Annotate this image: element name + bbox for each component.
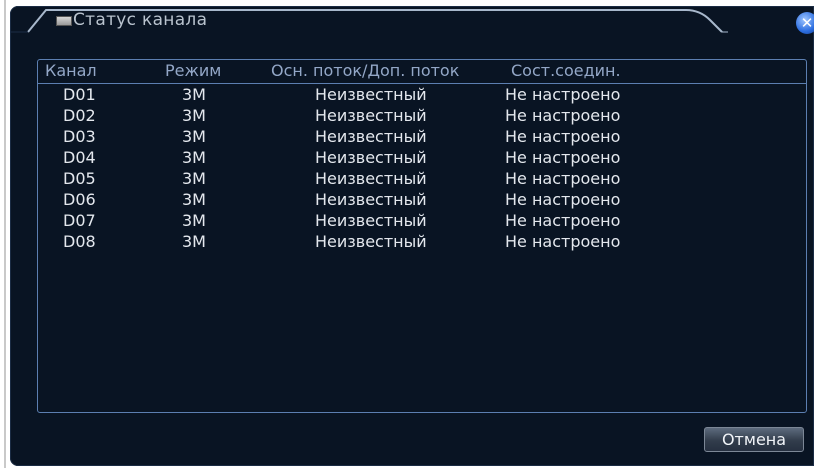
close-button[interactable]: ✕ <box>796 12 814 34</box>
header-mode: Режим <box>165 61 222 80</box>
close-icon: ✕ <box>800 14 814 32</box>
table-header: Канал Режим Осн. поток/Доп. поток Сост.с… <box>38 60 806 84</box>
table-row[interactable]: D06 3M Неизвестный Не настроено <box>38 189 806 210</box>
table-row[interactable]: D04 3M Неизвестный Не настроено <box>38 147 806 168</box>
cell-channel: D04 <box>63 148 96 167</box>
header-channel: Канал <box>45 61 97 80</box>
channel-status-dialog: Статус канала ✕ Канал Режим Осн. поток/Д… <box>10 6 814 466</box>
cell-stream: Неизвестный <box>315 127 427 146</box>
table-row[interactable]: D07 3M Неизвестный Не настроено <box>38 210 806 231</box>
cell-stream: Неизвестный <box>315 190 427 209</box>
table-row[interactable]: D03 3M Неизвестный Не настроено <box>38 126 806 147</box>
cell-channel: D07 <box>63 211 96 230</box>
cell-mode: 3M <box>182 232 206 251</box>
cell-channel: D01 <box>63 85 96 104</box>
header-connection-state: Сост.соедин. <box>511 61 621 80</box>
cell-stream: Неизвестный <box>315 106 427 125</box>
cell-mode: 3M <box>182 127 206 146</box>
cell-connection-state: Не настроено <box>505 211 621 230</box>
table-row[interactable]: D02 3M Неизвестный Не настроено <box>38 105 806 126</box>
cell-mode: 3M <box>182 211 206 230</box>
channel-table: Канал Режим Осн. поток/Доп. поток Сост.с… <box>37 59 807 413</box>
table-body: D01 3M Неизвестный Не настроено D02 3M Н… <box>38 84 806 252</box>
cell-mode: 3M <box>182 106 206 125</box>
cancel-button[interactable]: Отмена <box>704 427 804 452</box>
cell-connection-state: Не настроено <box>505 232 621 251</box>
cell-connection-state: Не настроено <box>505 85 621 104</box>
cell-connection-state: Не настроено <box>505 106 621 125</box>
cell-connection-state: Не настроено <box>505 190 621 209</box>
cell-stream: Неизвестный <box>315 169 427 188</box>
cell-mode: 3M <box>182 190 206 209</box>
cell-channel: D05 <box>63 169 96 188</box>
dialog-title: Статус канала <box>73 10 208 30</box>
cell-connection-state: Не настроено <box>505 148 621 167</box>
cell-mode: 3M <box>182 169 206 188</box>
cell-channel: D06 <box>63 190 96 209</box>
cell-stream: Неизвестный <box>315 211 427 230</box>
cell-channel: D02 <box>63 106 96 125</box>
table-row[interactable]: D08 3M Неизвестный Не настроено <box>38 231 806 252</box>
cell-mode: 3M <box>182 85 206 104</box>
monitor-icon <box>56 16 72 26</box>
cell-stream: Неизвестный <box>315 85 427 104</box>
cell-stream: Неизвестный <box>315 232 427 251</box>
cell-channel: D03 <box>63 127 96 146</box>
cell-connection-state: Не настроено <box>505 169 621 188</box>
title-tab: Статус канала <box>10 6 728 34</box>
header-stream: Осн. поток/Доп. поток <box>271 61 460 80</box>
cell-stream: Неизвестный <box>315 148 427 167</box>
cell-connection-state: Не настроено <box>505 127 621 146</box>
window-left-border <box>4 0 6 468</box>
cell-channel: D08 <box>63 232 96 251</box>
cell-mode: 3M <box>182 148 206 167</box>
table-row[interactable]: D05 3M Неизвестный Не настроено <box>38 168 806 189</box>
table-row[interactable]: D01 3M Неизвестный Не настроено <box>38 84 806 105</box>
